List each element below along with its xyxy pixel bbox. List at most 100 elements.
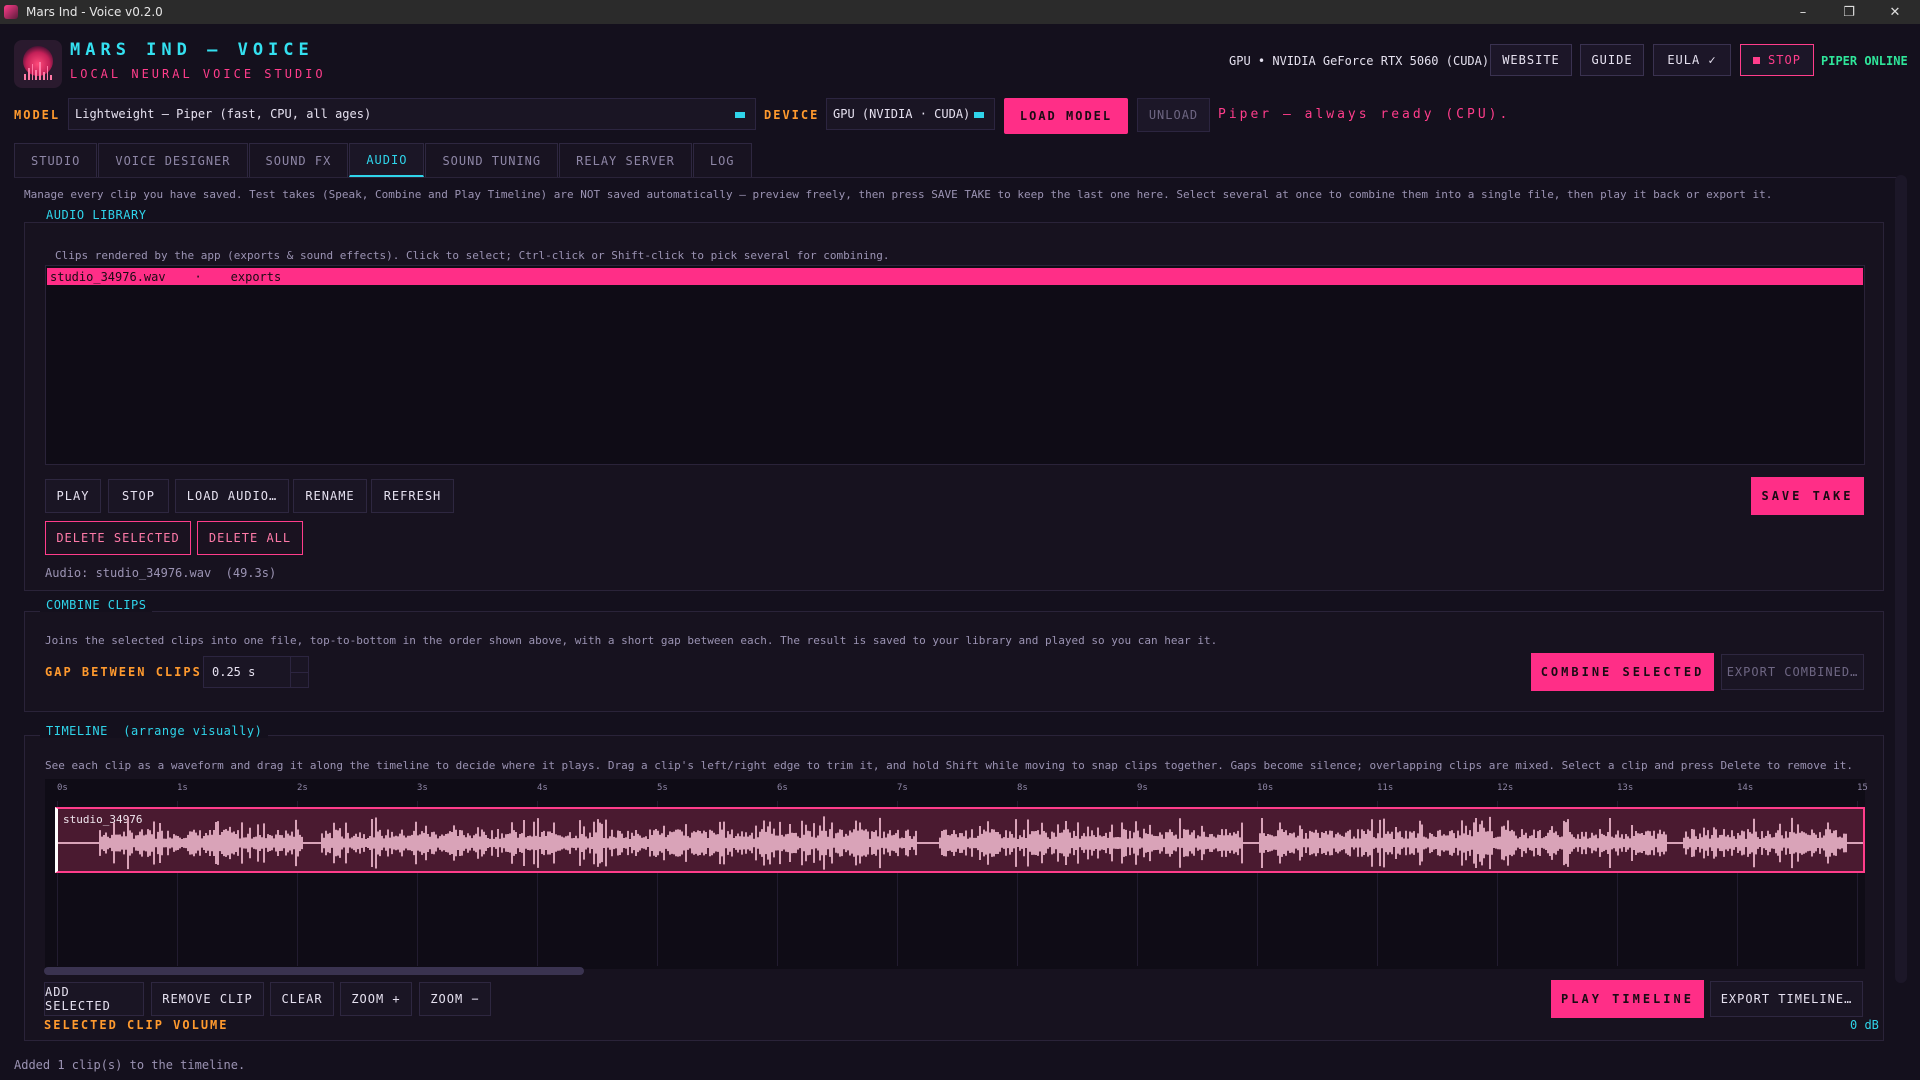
- combine-clips-title: COMBINE CLIPS: [40, 598, 153, 612]
- ruler-tick-label: 2s: [297, 783, 308, 793]
- timeline-clip[interactable]: studio_34976: [55, 807, 1865, 873]
- timeline-ruler: 0s 1s 2s 3s 4s 5s 6s 7s 8s 9s 10s 11s 12s 13s 14s 15: [45, 779, 1868, 799]
- audio-tab-content: Manage every clip you have saved. Test t…: [14, 177, 1904, 1047]
- audio-library-title: AUDIO LIBRARY: [40, 208, 153, 222]
- refresh-button[interactable]: REFRESH: [371, 479, 454, 513]
- stop-icon: [1753, 56, 1761, 64]
- eula-button[interactable]: EULA ✓: [1653, 44, 1731, 76]
- app-header: MARS IND — VOICE LOCAL NEURAL VOICE STUD…: [0, 24, 1920, 96]
- tab-log[interactable]: LOG: [692, 143, 752, 177]
- close-icon[interactable]: ✕: [1872, 0, 1918, 24]
- combine-description: Joins the selected clips into one file, …: [45, 634, 1218, 647]
- stop-label: STOP: [1768, 53, 1801, 67]
- ruler-tick-label: 15: [1857, 783, 1868, 793]
- play-button[interactable]: PLAY: [45, 479, 101, 513]
- window-titlebar: Mars Ind - Voice v0.2.0 – ❐ ✕: [0, 0, 1920, 24]
- delete-all-button[interactable]: DELETE ALL: [197, 521, 303, 555]
- ruler-tick-label: 10s: [1257, 783, 1274, 793]
- timeline-scrollbar[interactable]: [44, 967, 1864, 977]
- timeline-title: TIMELINE (arrange visually): [40, 724, 269, 738]
- website-button[interactable]: WEBSITE: [1490, 44, 1572, 76]
- zoom-out-button[interactable]: ZOOM −: [419, 982, 491, 1016]
- ruler-tick-label: 13s: [1617, 783, 1634, 793]
- page-scrollbar[interactable]: [1895, 175, 1907, 983]
- ruler-tick-label: 12s: [1497, 783, 1514, 793]
- delete-selected-button[interactable]: DELETE SELECTED: [45, 521, 191, 555]
- add-selected-button[interactable]: ADD SELECTED: [44, 982, 144, 1016]
- spin-arrows-icon[interactable]: [290, 657, 309, 687]
- ruler-tick-label: 8s: [1017, 783, 1028, 793]
- load-audio-button[interactable]: LOAD AUDIO…: [175, 479, 289, 513]
- ruler-tick-label: 4s: [537, 783, 548, 793]
- timeline-title-text: TIMELINE: [46, 724, 108, 738]
- save-take-button[interactable]: SAVE TAKE: [1751, 477, 1864, 515]
- stop-clip-button[interactable]: STOP: [108, 479, 169, 513]
- dropdown-icon: [974, 112, 984, 118]
- clip-folder: exports: [230, 269, 282, 284]
- brand-subtitle: LOCAL NEURAL VOICE STUDIO: [70, 67, 326, 81]
- waveform: [58, 816, 1863, 870]
- ruler-tick-label: 0s: [57, 783, 68, 793]
- ruler-tick-label: 9s: [1137, 783, 1148, 793]
- ruler-tick-label: 6s: [777, 783, 788, 793]
- rename-button[interactable]: RENAME: [293, 479, 367, 513]
- ruler-tick-label: 11s: [1377, 783, 1394, 793]
- unload-button[interactable]: UNLOAD: [1137, 98, 1210, 132]
- clear-button[interactable]: CLEAR: [270, 982, 334, 1016]
- library-description: Clips rendered by the app (exports & sou…: [55, 249, 890, 262]
- model-row: MODEL Lightweight — Piper (fast, CPU, al…: [0, 96, 1920, 136]
- waveform-path: [58, 816, 1863, 870]
- device-select-value: GPU (NVIDIA · CUDA): [833, 107, 971, 121]
- app-icon: [4, 5, 18, 19]
- export-combined-button[interactable]: EXPORT COMBINED…: [1721, 654, 1864, 690]
- audio-library-section: Clips rendered by the app (exports & sou…: [24, 222, 1884, 591]
- device-select[interactable]: GPU (NVIDIA · CUDA): [826, 98, 995, 130]
- ruler-tick-label: 7s: [897, 783, 908, 793]
- ruler-tick-label: 1s: [177, 783, 188, 793]
- play-timeline-button[interactable]: PLAY TIMELINE: [1551, 980, 1704, 1018]
- timeline-subtitle: (arrange visually): [123, 724, 263, 738]
- engine-status: PIPER ONLINE: [1821, 54, 1908, 68]
- status-bar: Added 1 clip(s) to the timeline.: [14, 1058, 246, 1072]
- maximize-icon[interactable]: ❐: [1826, 0, 1872, 24]
- tab-sound-tuning[interactable]: SOUND TUNING: [425, 143, 559, 177]
- brand-title: MARS IND — VOICE: [70, 40, 314, 60]
- device-label: DEVICE: [764, 108, 820, 122]
- tab-voice-designer[interactable]: VOICE DESIGNER: [98, 143, 248, 177]
- brand-logo: [14, 40, 62, 88]
- tab-audio[interactable]: AUDIO: [349, 143, 425, 177]
- gap-value: 0.25 s: [212, 665, 256, 679]
- model-select[interactable]: Lightweight — Piper (fast, CPU, all ages…: [68, 98, 756, 130]
- scrollbar-thumb[interactable]: [44, 967, 584, 975]
- clip-volume-value: 0 dB: [1850, 1018, 1879, 1032]
- guide-button[interactable]: GUIDE: [1580, 44, 1644, 76]
- export-timeline-button[interactable]: EXPORT TIMELINE…: [1710, 981, 1863, 1017]
- ruler-tick-label: 3s: [417, 783, 428, 793]
- combine-selected-button[interactable]: COMBINE SELECTED: [1531, 653, 1714, 691]
- intro-text: Manage every clip you have saved. Test t…: [24, 188, 1773, 201]
- minimize-icon[interactable]: –: [1780, 0, 1826, 24]
- timeline-description: See each clip as a waveform and drag it …: [45, 759, 1853, 772]
- separator-dot: ·: [194, 269, 202, 284]
- tab-relay-server[interactable]: RELAY SERVER: [559, 143, 692, 177]
- clip-filename: studio_34976.wav: [50, 269, 166, 284]
- zoom-in-button[interactable]: ZOOM +: [340, 982, 412, 1016]
- list-item[interactable]: studio_34976.wav · exports: [47, 268, 1863, 285]
- library-list[interactable]: studio_34976.wav · exports: [45, 265, 1865, 465]
- current-audio-info: Audio: studio_34976.wav (49.3s): [45, 566, 277, 580]
- tab-studio[interactable]: STUDIO: [14, 143, 98, 177]
- gpu-status: GPU • NVIDIA GeForce RTX 5060 (CUDA): [1229, 54, 1490, 68]
- ruler-tick-label: 5s: [657, 783, 668, 793]
- tab-sound-fx[interactable]: SOUND FX: [248, 143, 349, 177]
- clip-volume-label: SELECTED CLIP VOLUME: [44, 1018, 229, 1032]
- gap-stepper[interactable]: 0.25 s: [203, 656, 309, 688]
- model-select-value: Lightweight — Piper (fast, CPU, all ages…: [75, 107, 372, 121]
- load-model-button[interactable]: LOAD MODEL: [1004, 98, 1128, 134]
- remove-clip-button[interactable]: REMOVE CLIP: [151, 982, 264, 1016]
- stop-button[interactable]: STOP: [1740, 44, 1814, 76]
- dropdown-icon: [735, 112, 745, 118]
- timeline-canvas[interactable]: 0s 1s 2s 3s 4s 5s 6s 7s 8s 9s 10s 11s 12s 13s 14s 15 st…: [45, 779, 1868, 969]
- combine-clips-section: Joins the selected clips into one file, …: [24, 611, 1884, 712]
- gap-label: GAP BETWEEN CLIPS: [45, 665, 202, 679]
- model-status: Piper — always ready (CPU).: [1218, 107, 1511, 122]
